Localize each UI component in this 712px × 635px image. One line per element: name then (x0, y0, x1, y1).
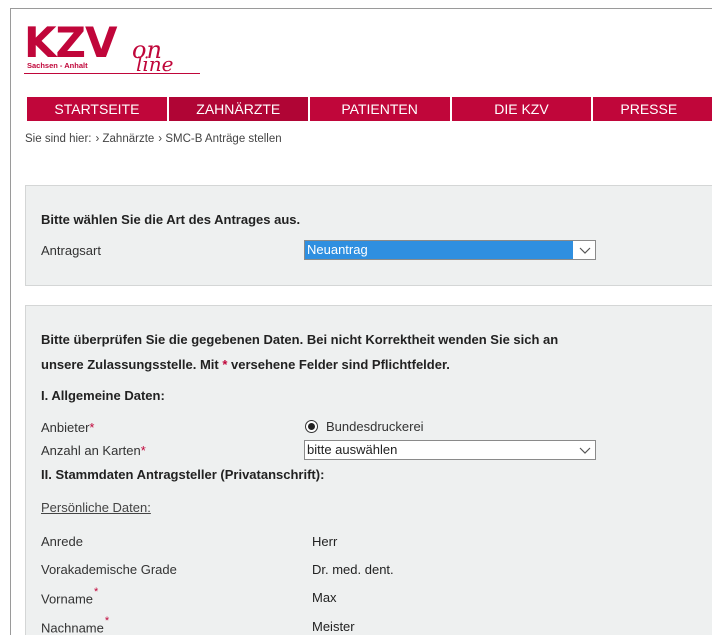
breadcrumb-link-zahnaerzte[interactable]: › Zahnärzte (95, 133, 154, 145)
nachname-label: Nachname* (41, 615, 110, 635)
daten-panel: Bitte überprüfen Sie die gegebenen Daten… (25, 305, 712, 635)
nav-presse[interactable]: PRESSE (593, 97, 712, 121)
vorname-value: Max (312, 590, 337, 605)
logo-line-text: line (136, 52, 174, 76)
anrede-value: Herr (312, 534, 338, 549)
antragsart-select[interactable]: Neuantrag (304, 240, 596, 260)
page-frame: KZV Sachsen - Anhalt on line STARTSEITE … (10, 8, 712, 635)
breadcrumb-link-smcb[interactable]: › SMC-B Anträge stellen (158, 133, 281, 145)
chevron-down-icon (579, 244, 591, 256)
karten-selected-value: bitte auswählen (307, 442, 398, 457)
required-star: * (94, 586, 99, 598)
karten-label-text: Anzahl an Karten (41, 443, 141, 458)
anbieter-radio-bundesdruckerei[interactable]: Bundesdruckerei (305, 419, 424, 434)
intro-line-1: Bitte überprüfen Sie die gegebenen Daten… (41, 332, 559, 347)
nav-die-kzv[interactable]: DIE KZV (451, 97, 592, 121)
required-star: * (140, 443, 146, 458)
nav-startseite[interactable]: STARTSEITE (27, 97, 167, 121)
intro-line-2-end: versehene Felder sind Pflichtfelder. (227, 357, 450, 372)
nachname-label-text: Nachname (41, 620, 104, 635)
antragsart-panel: Bitte wählen Sie die Art des Antrages au… (25, 185, 712, 286)
nav-patienten[interactable]: PATIENTEN (309, 97, 450, 121)
karten-label: Anzahl an Karten* (41, 443, 146, 458)
antragsart-selected-value: Neuantrag (305, 241, 573, 259)
persoenliche-daten-heading: Persönliche Daten: (41, 500, 151, 515)
antragsart-label: Antragsart (41, 243, 101, 258)
required-star: * (104, 615, 110, 627)
breadcrumb: Sie sind hier: › Zahnärzte › SMC-B Anträ… (25, 133, 282, 145)
nav-zahnaerzte[interactable]: ZAHNÄRZTE (168, 97, 308, 121)
section-stammdaten: II. Stammdaten Antragsteller (Privatansc… (41, 467, 325, 482)
anbieter-label: Anbieter* (41, 420, 94, 435)
logo-kzv-text: KZV (24, 18, 118, 67)
kzv-logo[interactable]: KZV Sachsen - Anhalt on line (24, 18, 214, 83)
anrede-label: Anrede (41, 534, 83, 549)
vorname-label: Vorname* (41, 586, 99, 607)
nachname-value: Meister (312, 619, 355, 634)
radio-selected-dot (308, 423, 315, 430)
intro-line-2: unsere Zulassungsstelle. Mit * versehene… (41, 357, 450, 372)
chevron-down-icon (579, 444, 591, 456)
required-star: * (89, 420, 95, 435)
karten-select[interactable]: bitte auswählen (304, 440, 596, 460)
logo-rule (24, 73, 200, 74)
main-nav: STARTSEITE ZAHNÄRZTE PATIENTEN DIE KZV P… (27, 97, 712, 121)
breadcrumb-prefix: Sie sind hier: (25, 133, 92, 145)
intro-line-2-start: unsere Zulassungsstelle. Mit (41, 357, 223, 372)
grade-label: Vorakademische Grade (41, 562, 177, 577)
anbieter-label-text: Anbieter (41, 420, 90, 435)
grade-value: Dr. med. dent. (312, 562, 394, 577)
anbieter-option-label: Bundesdruckerei (326, 419, 424, 434)
section-allgemeine-daten: I. Allgemeine Daten: (41, 388, 165, 403)
antragsart-heading: Bitte wählen Sie die Art des Antrages au… (41, 212, 301, 227)
radio-button[interactable] (305, 420, 318, 433)
vorname-label-text: Vorname (41, 591, 94, 607)
logo-region-text: Sachsen - Anhalt (27, 61, 88, 70)
